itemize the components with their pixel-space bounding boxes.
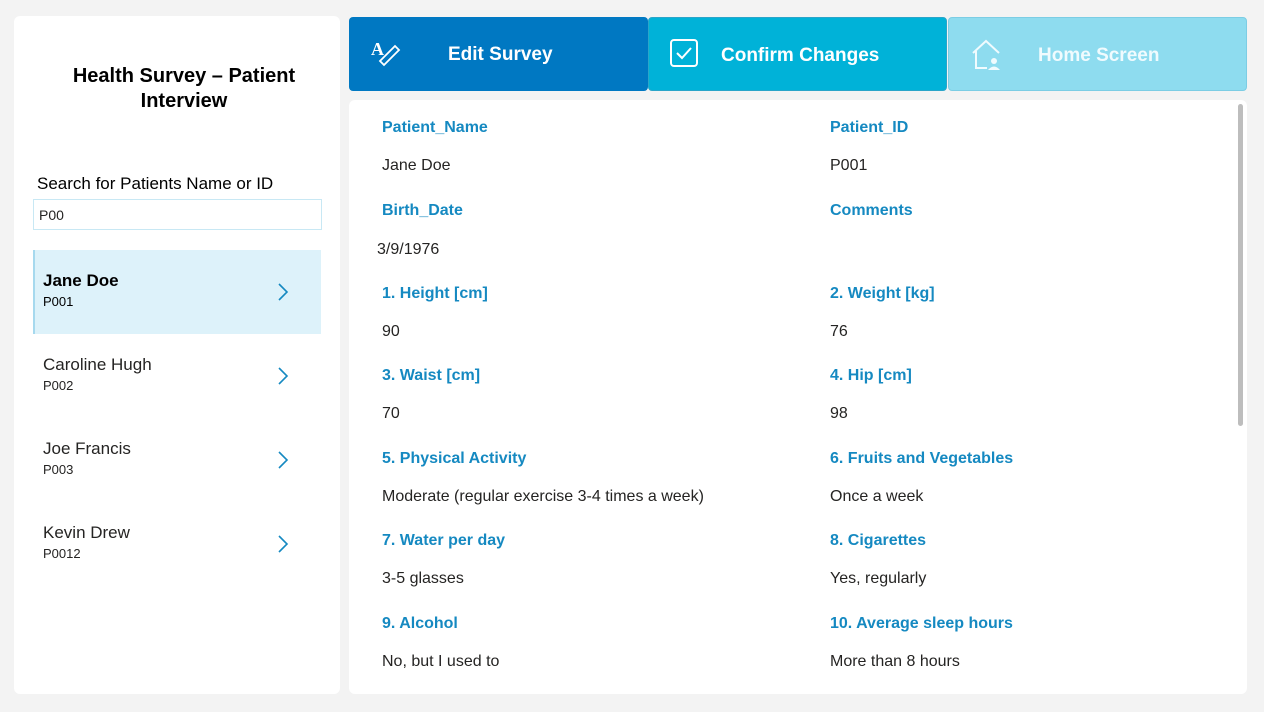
field-label: Birth_Date (382, 202, 463, 219)
field-alcohol: 9. Alcohol No, but I used to (382, 614, 802, 670)
chevron-right-icon[interactable] (275, 534, 291, 554)
chevron-right-icon[interactable] (275, 450, 291, 470)
field-physical-activity: 5. Physical Activity Moderate (regular e… (382, 449, 802, 505)
field-label: 2. Weight [kg] (830, 285, 935, 302)
field-patient-id: Patient_ID P001 (830, 118, 1247, 174)
form-scrollbar[interactable] (1238, 104, 1243, 426)
app-title: Health Survey – Patient Interview (72, 65, 296, 112)
field-label: 4. Hip [cm] (830, 367, 912, 384)
patient-search-input[interactable] (33, 199, 322, 230)
home-person-icon (972, 39, 1000, 70)
field-label: 1. Height [cm] (382, 285, 488, 302)
confirm-changes-button[interactable]: Confirm Changes (648, 17, 947, 91)
home-screen-label: Home Screen (1038, 45, 1160, 66)
field-label: Patient_ID (830, 119, 909, 136)
field-sleep-hours: 10. Average sleep hours More than 8 hour… (830, 614, 1247, 670)
field-label: 10. Average sleep hours (830, 615, 1013, 632)
field-water-per-day: 7. Water per day 3-5 glasses (382, 531, 802, 587)
patient-list-item[interactable]: Joe Francis P003 (33, 418, 321, 502)
checkbox-check-icon (670, 39, 698, 67)
edit-survey-button[interactable]: A Edit Survey (349, 17, 648, 91)
search-label: Search for Patients Name or ID (37, 174, 274, 193)
field-birth-date: Birth_Date 3/9/1976 (377, 201, 802, 258)
patient-list-item[interactable]: Kevin Drew P0012 (33, 502, 321, 586)
field-cigarettes: 8. Cigarettes Yes, regularly (830, 531, 1247, 587)
edit-survey-label: Edit Survey (448, 44, 553, 65)
field-label: 6. Fruits and Vegetables (830, 450, 1014, 467)
field-hip: 4. Hip [cm] 98 (830, 366, 1247, 422)
home-screen-button[interactable]: Home Screen (948, 17, 1247, 91)
field-comments: Comments (830, 201, 1247, 221)
patient-list-item[interactable]: Caroline Hugh P002 (33, 334, 321, 418)
field-value: 76 (830, 323, 848, 340)
field-value: Moderate (regular exercise 3-4 times a w… (382, 488, 704, 505)
field-value: Yes, regularly (830, 570, 927, 587)
field-waist: 3. Waist [cm] 70 (382, 366, 802, 422)
field-value: Once a week (830, 488, 924, 505)
field-label: 9. Alcohol (382, 615, 458, 632)
field-label: 3. Waist [cm] (382, 367, 481, 384)
field-value: P001 (830, 157, 868, 174)
field-label: 7. Water per day (382, 532, 506, 549)
field-value: 90 (382, 323, 400, 340)
chevron-right-icon[interactable] (275, 366, 291, 386)
field-value: More than 8 hours (830, 653, 960, 670)
field-fruits-vegetables: 6. Fruits and Vegetables Once a week (830, 449, 1247, 505)
edit-text-icon: A (371, 39, 401, 67)
field-label: 5. Physical Activity (382, 450, 527, 467)
field-label: Patient_Name (382, 119, 488, 136)
confirm-changes-label: Confirm Changes (721, 45, 880, 66)
field-label: Comments (830, 202, 913, 219)
field-value: 98 (830, 405, 848, 422)
patient-list: Jane Doe P001 Caroline Hugh P002 Joe Fra… (33, 250, 321, 586)
survey-form: Patient_Name Jane Doe Patient_ID P001 Bi… (349, 100, 1247, 694)
patient-sidebar: Health Survey – Patient Interview Search… (14, 16, 340, 694)
field-patient-name: Patient_Name Jane Doe (382, 118, 802, 174)
action-toolbar: A Edit Survey Confirm Changes Home Scree… (349, 17, 1247, 91)
field-value: Jane Doe (382, 157, 451, 174)
field-value: No, but I used to (382, 653, 500, 670)
svg-text:A: A (371, 39, 384, 59)
field-value: 3-5 glasses (382, 570, 464, 587)
field-height: 1. Height [cm] 90 (382, 284, 802, 340)
chevron-right-icon[interactable] (275, 282, 291, 302)
field-weight: 2. Weight [kg] 76 (830, 284, 1247, 340)
field-label: 8. Cigarettes (830, 532, 927, 549)
patient-list-item[interactable]: Jane Doe P001 (33, 250, 321, 334)
field-value: 3/9/1976 (377, 241, 440, 258)
field-value: 70 (382, 405, 400, 422)
